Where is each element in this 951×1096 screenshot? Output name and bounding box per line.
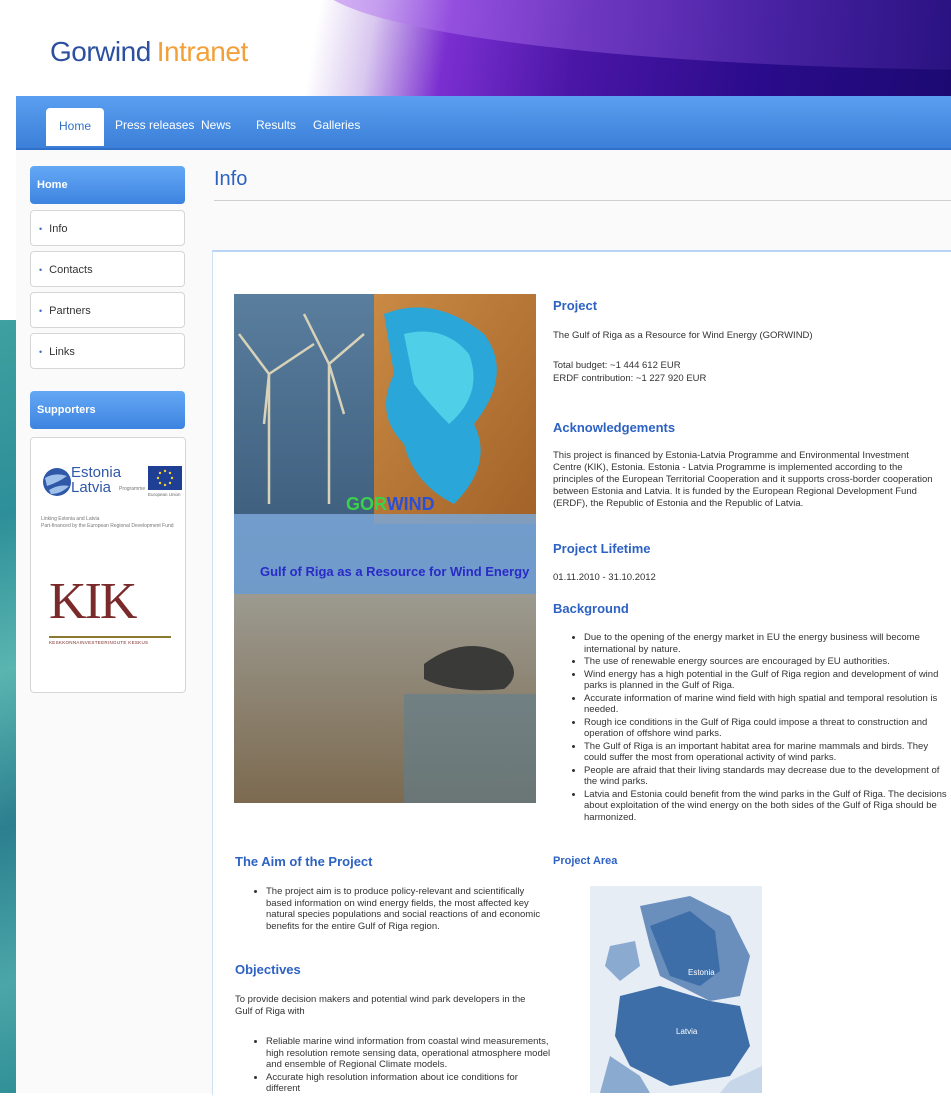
background-list: Due to the opening of the energy market … xyxy=(572,632,949,824)
poster-subtitle: Gulf of Riga as a Resource for Wind Ener… xyxy=(260,564,530,579)
main-nav: Home Press releases News Results Galleri… xyxy=(16,96,951,150)
project-heading: Project xyxy=(553,298,598,313)
tab-news[interactable]: News xyxy=(193,110,239,140)
sidebar-item-label: Partners xyxy=(49,305,91,317)
supporters-box: Estonia Latvia Programme European Union … xyxy=(30,437,186,693)
map-label-latvia: Latvia xyxy=(676,1027,698,1036)
sidebar-item-links[interactable]: • Links xyxy=(30,333,185,369)
poster-title-green: GOR xyxy=(346,494,387,514)
kik-logo[interactable]: KIK KESKKONNAINVESTEERINGUTE KESKUS xyxy=(49,573,179,658)
list-item: Latvia and Estonia could benefit from th… xyxy=(584,789,949,824)
project-name: The Gulf of Riga as a Resource for Wind … xyxy=(553,330,813,341)
sidebar-item-info[interactable]: • Info xyxy=(30,210,185,246)
tab-results[interactable]: Results xyxy=(248,110,304,140)
kik-caption: KESKKONNAINVESTEERINGUTE KESKUS xyxy=(49,640,149,645)
list-item: Due to the opening of the energy market … xyxy=(584,632,949,655)
poster-title: GORWIND xyxy=(346,494,435,515)
project-budget: Total budget: ~1 444 612 EUR xyxy=(553,360,681,371)
sidebar-item-partners[interactable]: • Partners xyxy=(30,292,185,328)
globe-icon xyxy=(43,468,71,496)
poster-title-blue: WIND xyxy=(386,494,435,514)
acknowledgements-heading: Acknowledgements xyxy=(553,420,676,435)
logo-main: Gorwind xyxy=(50,36,151,67)
objectives-intro: To provide decision makers and potential… xyxy=(235,994,526,1017)
lifetime-heading: Project Lifetime xyxy=(553,541,651,556)
site-logo[interactable]: Gorwind Intranet xyxy=(50,36,248,68)
acknowledgements-text: This project is financed by Estonia-Latv… xyxy=(553,450,933,509)
poster-graphic xyxy=(234,294,536,803)
sidebar-supporters-header: Supporters xyxy=(30,391,185,429)
list-item: Rough ice conditions in the Gulf of Riga… xyxy=(584,717,949,740)
tab-press-releases[interactable]: Press releases xyxy=(107,110,202,140)
bullet-icon: • xyxy=(39,306,43,316)
estonia-latvia-logo[interactable]: Estonia Latvia Programme European Union … xyxy=(41,464,182,544)
title-divider xyxy=(214,200,951,201)
list-item: The Gulf of Riga is an important habitat… xyxy=(584,741,949,764)
sidebar-item-label: Links xyxy=(49,346,75,358)
sidebar-item-label: Contacts xyxy=(49,264,93,276)
list-item: People are afraid that their living stan… xyxy=(584,765,949,788)
bullet-icon: • xyxy=(39,347,43,357)
logo-latvia-text: Latvia xyxy=(71,479,112,496)
aim-heading: The Aim of the Project xyxy=(235,854,373,869)
objectives-list: Reliable marine wind information from co… xyxy=(254,1036,551,1096)
site-header: Gorwind Intranet xyxy=(16,0,951,96)
eu-flag-icon xyxy=(148,466,182,490)
logo-programme-text: Programme xyxy=(119,486,146,492)
logo-small-text-2: Part-financed by the European Regional D… xyxy=(41,523,174,529)
sidebar-home-header[interactable]: Home xyxy=(30,166,185,204)
list-item: Wind energy has a high potential in the … xyxy=(584,669,949,692)
logo-small-text-1: Linking Estonia and Latvia xyxy=(41,516,100,522)
map-label-estonia: Estonia xyxy=(688,968,715,977)
sidebar-item-label: Info xyxy=(49,223,68,235)
map-graphic xyxy=(590,886,762,1093)
project-area-map: Estonia Latvia xyxy=(590,886,762,1093)
bullet-icon: • xyxy=(39,224,43,234)
header-swoosh xyxy=(316,0,951,70)
bullet-icon: • xyxy=(39,265,43,275)
kik-letters: KIK xyxy=(49,573,137,630)
background-heading: Background xyxy=(553,601,629,616)
aim-list: The project aim is to produce policy-rel… xyxy=(254,886,551,933)
tab-galleries[interactable]: Galleries xyxy=(305,110,368,140)
list-item: Accurate high resolution information abo… xyxy=(266,1072,551,1095)
page-title: Info xyxy=(214,168,248,190)
project-erdf: ERDF contribution: ~1 227 920 EUR xyxy=(553,373,707,384)
lifetime-dates: 01.11.2010 - 31.10.2012 xyxy=(553,572,656,583)
sidebar-item-contacts[interactable]: • Contacts xyxy=(30,251,185,287)
kik-divider xyxy=(49,636,171,638)
list-item: The project aim is to produce policy-rel… xyxy=(266,886,551,932)
list-item: Accurate information of marine wind fiel… xyxy=(584,693,949,716)
tab-home[interactable]: Home xyxy=(46,108,105,146)
project-poster-image: GORWIND Gulf of Riga as a Resource for W… xyxy=(234,294,536,803)
project-area-heading: Project Area xyxy=(553,855,618,867)
list-item: Reliable marine wind information from co… xyxy=(266,1036,551,1071)
list-item: The use of renewable energy sources are … xyxy=(584,656,949,668)
objectives-heading: Objectives xyxy=(235,962,301,977)
logo-accent: Intranet xyxy=(156,36,248,67)
eu-caption: European Union xyxy=(148,492,181,497)
